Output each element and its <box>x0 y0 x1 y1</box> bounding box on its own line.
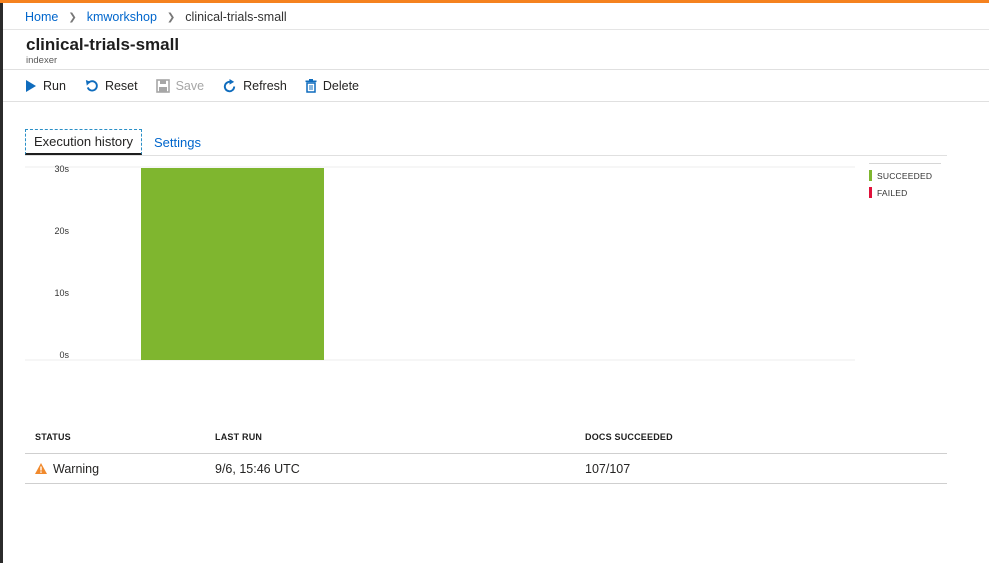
delete-button[interactable]: Delete <box>305 79 359 93</box>
column-header-docs-succeeded: DOCS SUCCEEDED <box>585 432 673 442</box>
delete-label: Delete <box>322 79 360 93</box>
legend-swatch <box>869 170 872 181</box>
reset-button[interactable]: Reset <box>84 79 138 94</box>
legend-label: SUCCEEDED <box>877 170 933 181</box>
breadcrumb-home-link[interactable]: Home <box>25 10 58 24</box>
command-bar: Run Reset Save Refresh Delete <box>25 75 377 97</box>
divider <box>3 69 989 70</box>
y-tick-label: 20s <box>54 226 69 236</box>
divider <box>3 29 989 30</box>
status-text: Warning <box>53 461 100 476</box>
run-label: Run <box>43 79 66 93</box>
refresh-icon <box>224 78 236 92</box>
save-icon <box>155 79 170 93</box>
column-header-status: STATUS <box>35 432 71 442</box>
breadcrumb: Home ❯ kmworkshop ❯ clinical-trials-smal… <box>25 7 287 27</box>
execution-table: STATUS LAST RUN DOCS SUCCEEDED Warning 9… <box>25 421 947 484</box>
y-tick-label: 0s <box>59 350 69 360</box>
chevron-right-icon: ❯ <box>166 11 176 23</box>
y-tick-label: 30s <box>54 164 69 174</box>
status-cell: Warning <box>25 462 205 476</box>
warning-icon <box>35 463 47 474</box>
last-run-cell: 9/6, 15:46 UTC <box>215 461 300 476</box>
run-button[interactable]: Run <box>25 79 66 93</box>
table-header: STATUS LAST RUN DOCS SUCCEEDED <box>25 421 947 454</box>
reset-label: Reset <box>104 79 138 93</box>
legend-label: FAILED <box>877 187 908 198</box>
save-label: Save <box>175 79 205 93</box>
indexer-blade: Home ❯ kmworkshop ❯ clinical-trials-smal… <box>3 3 989 563</box>
legend-item-failed: FAILED <box>869 184 941 201</box>
breadcrumb-kmworkshop-link[interactable]: kmworkshop <box>87 10 157 24</box>
save-button[interactable]: Save <box>155 79 205 93</box>
page-subtitle: indexer <box>26 55 58 66</box>
play-icon <box>26 80 36 92</box>
chevron-right-icon: ❯ <box>68 11 77 23</box>
trash-icon <box>305 79 317 93</box>
y-tick-label: 10s <box>54 288 69 298</box>
divider <box>3 101 989 102</box>
reset-icon <box>85 79 98 91</box>
execution-history-chart: 0s 10s 20s 30s <box>25 164 855 361</box>
page-title: clinical-trials-small <box>26 35 180 54</box>
refresh-label: Refresh <box>243 79 287 93</box>
legend-swatch <box>869 187 872 198</box>
tab-execution-history[interactable]: Execution history <box>25 129 142 155</box>
tab-strip: Execution history Settings <box>25 129 209 155</box>
refresh-button[interactable]: Refresh <box>222 78 287 94</box>
breadcrumb-current: clinical-trials-small <box>185 10 287 24</box>
docs-succeeded-cell: 107/107 <box>585 461 631 476</box>
chart-legend: SUCCEEDED FAILED <box>869 163 941 201</box>
column-header-last-run: LAST RUN <box>215 432 263 442</box>
divider <box>25 155 947 156</box>
legend-item-succeeded: SUCCEEDED <box>869 167 941 184</box>
tab-settings[interactable]: Settings <box>146 129 209 155</box>
chart-bar-succeeded[interactable] <box>141 168 324 360</box>
table-row[interactable]: Warning 9/6, 15:46 UTC 107/107 <box>25 454 947 484</box>
